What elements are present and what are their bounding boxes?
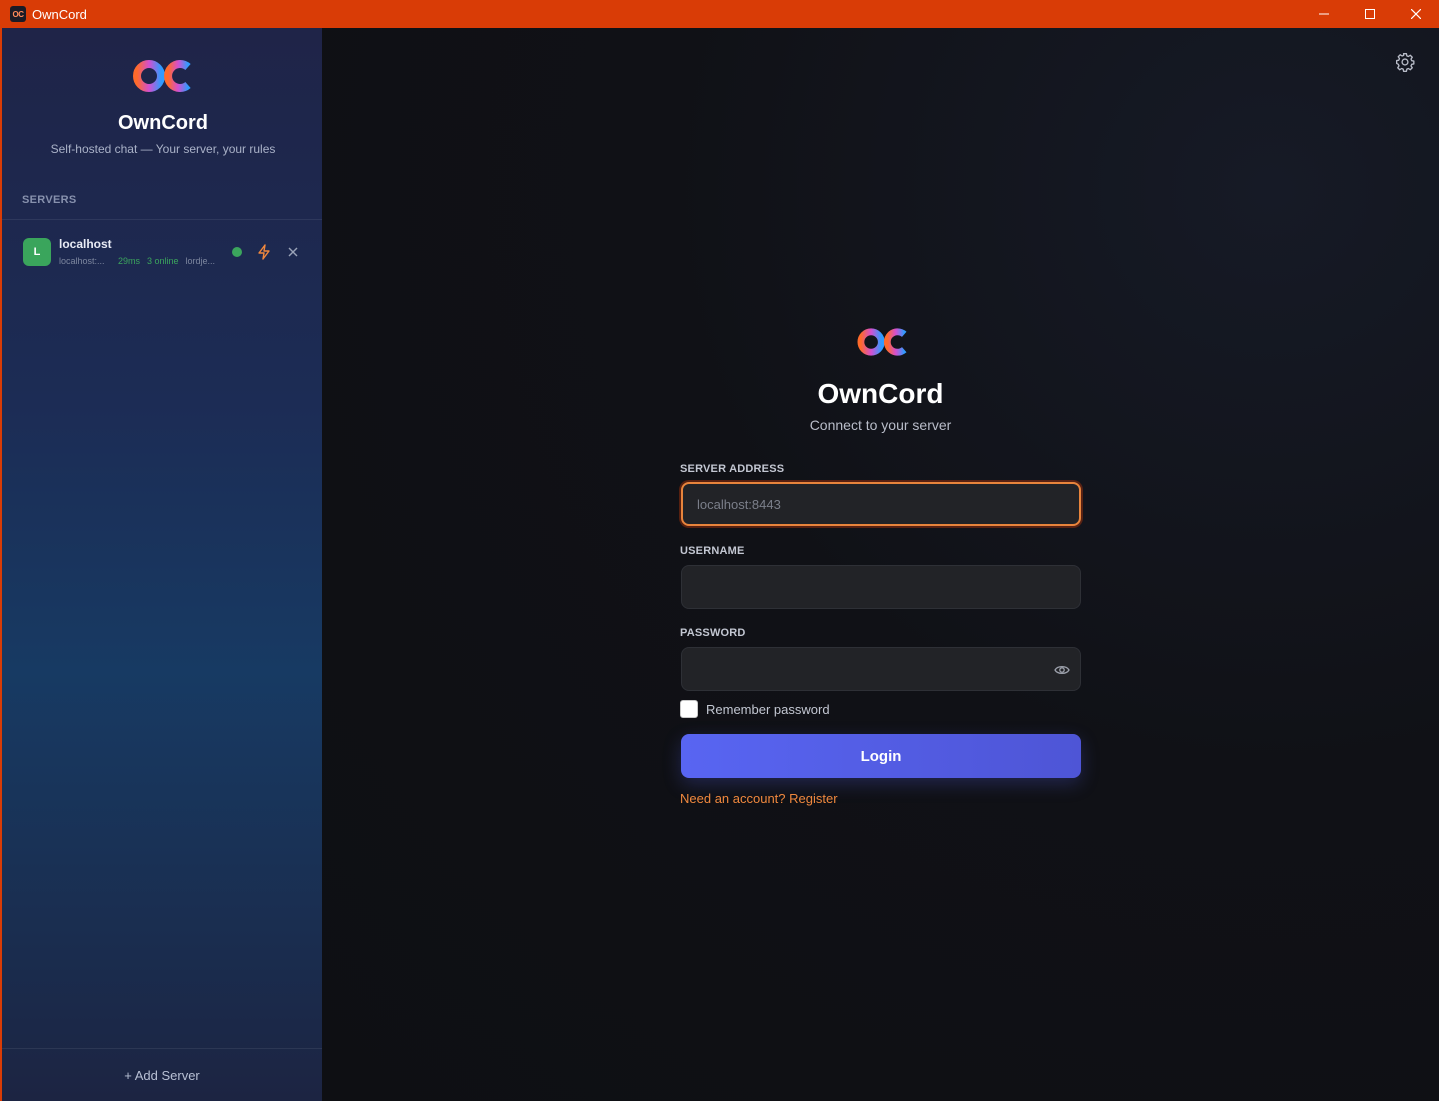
servers-section-label: SERVERS: [22, 194, 77, 206]
status-online-dot: [232, 247, 242, 257]
window-title: OwnCord: [32, 6, 87, 22]
remember-password-label: Remember password: [706, 701, 830, 717]
window-controls: [1301, 0, 1439, 28]
username-input[interactable]: [682, 566, 1080, 608]
minimize-icon: [1319, 13, 1329, 15]
maximize-button[interactable]: [1347, 0, 1393, 28]
minimize-button[interactable]: [1301, 0, 1347, 28]
app-icon: OC: [10, 6, 26, 22]
close-window-button[interactable]: [1393, 0, 1439, 28]
server-online-count: 3 online: [147, 256, 179, 266]
server-avatar: L: [23, 238, 51, 266]
login-button[interactable]: Login: [681, 734, 1081, 778]
sidebar-tagline: Self-hosted chat — Your server, your rul…: [50, 142, 276, 156]
server-name: localhost: [59, 237, 112, 251]
app-window: OC OwnCord OwnCord Self-hosted chat — Yo…: [0, 0, 1439, 1101]
sidebar: OwnCord Self-hosted chat — Your server, …: [0, 28, 322, 1101]
login-subtitle: Connect to your server: [809, 417, 952, 433]
close-icon: [1411, 9, 1421, 19]
server-ping: 29ms: [118, 256, 141, 266]
sidebar-app-name: OwnCord: [118, 112, 208, 134]
username-label: USERNAME: [680, 545, 745, 557]
eye-icon[interactable]: [1054, 663, 1070, 677]
login-title: OwnCord: [817, 378, 944, 409]
password-label: PASSWORD: [680, 627, 746, 639]
remember-password-checkbox[interactable]: [680, 700, 698, 718]
remove-server-icon[interactable]: [286, 245, 300, 259]
server-address-label: SERVER ADDRESS: [680, 463, 785, 475]
login-panel: OwnCord Connect to your server SERVER AD…: [322, 28, 1439, 1101]
owncord-logo-icon: [133, 60, 191, 92]
server-meta: localhost:... 29ms 3 online lordje...: [59, 256, 218, 266]
server-address-field[interactable]: [681, 482, 1081, 526]
server-host: localhost:...: [59, 256, 105, 266]
server-item-localhost[interactable]: L localhost localhost:... 29ms 3 online …: [22, 236, 302, 270]
remember-password-row[interactable]: Remember password: [680, 700, 830, 718]
password-field[interactable]: [681, 647, 1081, 691]
lightning-icon[interactable]: [256, 244, 272, 260]
username-field[interactable]: [681, 565, 1081, 609]
maximize-icon: [1365, 9, 1375, 19]
owncord-logo-icon: [857, 328, 907, 356]
divider: [2, 219, 322, 220]
title-bar: OC OwnCord: [0, 0, 1439, 28]
gear-icon[interactable]: [1395, 52, 1415, 72]
server-address-input[interactable]: [683, 484, 1079, 524]
password-input[interactable]: [682, 648, 1080, 690]
register-link[interactable]: Need an account? Register: [680, 791, 838, 806]
divider: [2, 1048, 322, 1049]
server-user: lordje...: [185, 256, 216, 266]
add-server-button[interactable]: + Add Server: [2, 1068, 322, 1083]
